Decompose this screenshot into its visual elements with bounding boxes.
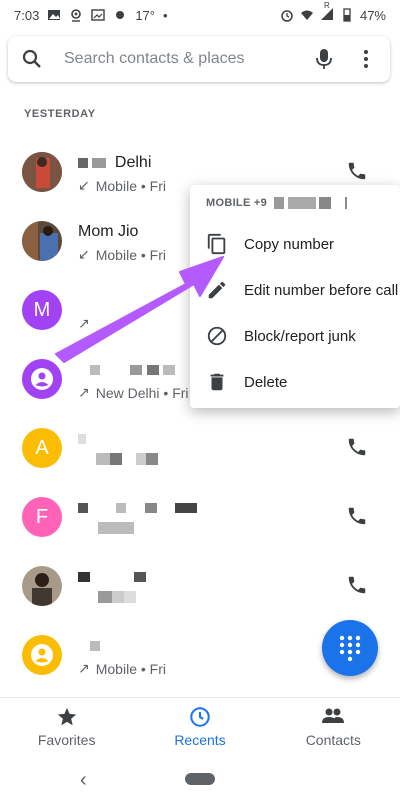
phone-icon[interactable] [346,505,368,527]
roaming-badge: R [323,0,330,10]
nav-label: Contacts [305,732,361,748]
nav-label: Recents [174,732,226,748]
call-meta: ↙ Mobile • Fri [78,246,166,263]
call-options-menu: MOBILE +9 Copy number Edit number before… [190,185,400,408]
search-icon[interactable] [20,47,44,71]
weather-icon [116,11,125,19]
call-meta [78,522,134,534]
block-icon [207,326,227,346]
call-row[interactable]: A [0,414,400,483]
contact-name: Delhi [78,154,151,172]
contact-name [78,430,86,448]
status-temperature: 17° [135,7,155,23]
star-icon [57,707,76,726]
phone-icon[interactable] [346,436,368,458]
contact-name [78,637,100,655]
avatar [22,359,62,399]
call-meta: ↗ Mobile • Fri [78,660,166,677]
image-icon [48,10,61,20]
mic-icon[interactable] [312,47,336,71]
bottom-navigation: Favorites Recents Contacts [0,697,400,759]
clock-icon [190,707,210,727]
phone-icon[interactable] [346,160,368,182]
status-bar: 7:03 17° • R 47% [0,0,400,30]
status-time: 7:03 [14,7,40,23]
people-icon [322,708,345,723]
call-meta [78,453,158,465]
outgoing-call-icon: ↗ [78,315,90,331]
outgoing-call-icon: ↗ [78,384,90,400]
picture-icon [91,9,106,21]
call-meta: ↗ [78,315,90,332]
nav-label: Favorites [37,732,96,748]
search-bar[interactable]: Search contacts & places [8,36,390,82]
call-meta: ↙ Mobile • Fri [78,177,166,194]
battery-percent: 47% [359,7,386,23]
contact-name: Mom Jio [78,223,139,240]
menu-item-label: Delete [244,373,288,391]
avatar [22,566,62,606]
nav-favorites[interactable]: Favorites [0,698,133,759]
contact-name [78,499,198,517]
outgoing-call-icon: ↗ [78,660,90,676]
incoming-call-icon: ↙ [78,177,90,193]
avatar: F [22,497,62,537]
menu-item-copy-number[interactable]: Copy number [190,221,400,267]
menu-header: MOBILE +9 [206,197,347,210]
notification-dot-icon: • [162,7,168,23]
more-options-icon[interactable] [354,47,378,71]
menu-item-label: Copy number [244,235,335,253]
battery-icon [343,8,351,22]
menu-item-label: Block/report junk [244,327,356,345]
nav-contacts[interactable]: Contacts [267,698,400,759]
menu-item-block-report[interactable]: Block/report junk [190,313,400,359]
trash-icon [210,373,224,391]
home-pill[interactable] [185,773,215,785]
contact-name [78,361,176,379]
avatar: A [22,428,62,468]
search-input[interactable]: Search contacts & places [64,50,312,68]
person-icon [31,368,53,390]
wifi-icon [300,10,313,20]
call-row[interactable]: F [0,483,400,552]
call-row[interactable] [0,552,400,621]
contact-name [78,568,147,586]
call-meta [78,591,136,603]
dialpad-icon [339,635,361,661]
back-icon[interactable]: ‹ [80,769,96,791]
menu-item-delete[interactable]: Delete [190,359,400,405]
alarm-icon [281,10,293,22]
menu-item-label: Edit number before call [244,281,399,299]
nav-recents[interactable]: Recents [133,698,266,759]
phone-icon[interactable] [346,574,368,596]
dialpad-button[interactable] [322,620,378,676]
avatar [22,635,62,675]
call-meta: ↗ New Delhi • Fri [78,384,189,401]
system-navigation: ‹ [0,759,400,799]
avatar [22,152,62,192]
pencil-icon [208,281,226,299]
person-icon [31,644,53,666]
avatar [22,221,62,261]
location-icon [71,9,82,22]
section-header: YESTERDAY [24,108,96,120]
avatar: M [22,290,62,330]
menu-item-edit-number[interactable]: Edit number before call [190,267,400,313]
copy-icon [207,233,226,255]
incoming-call-icon: ↙ [78,246,90,262]
